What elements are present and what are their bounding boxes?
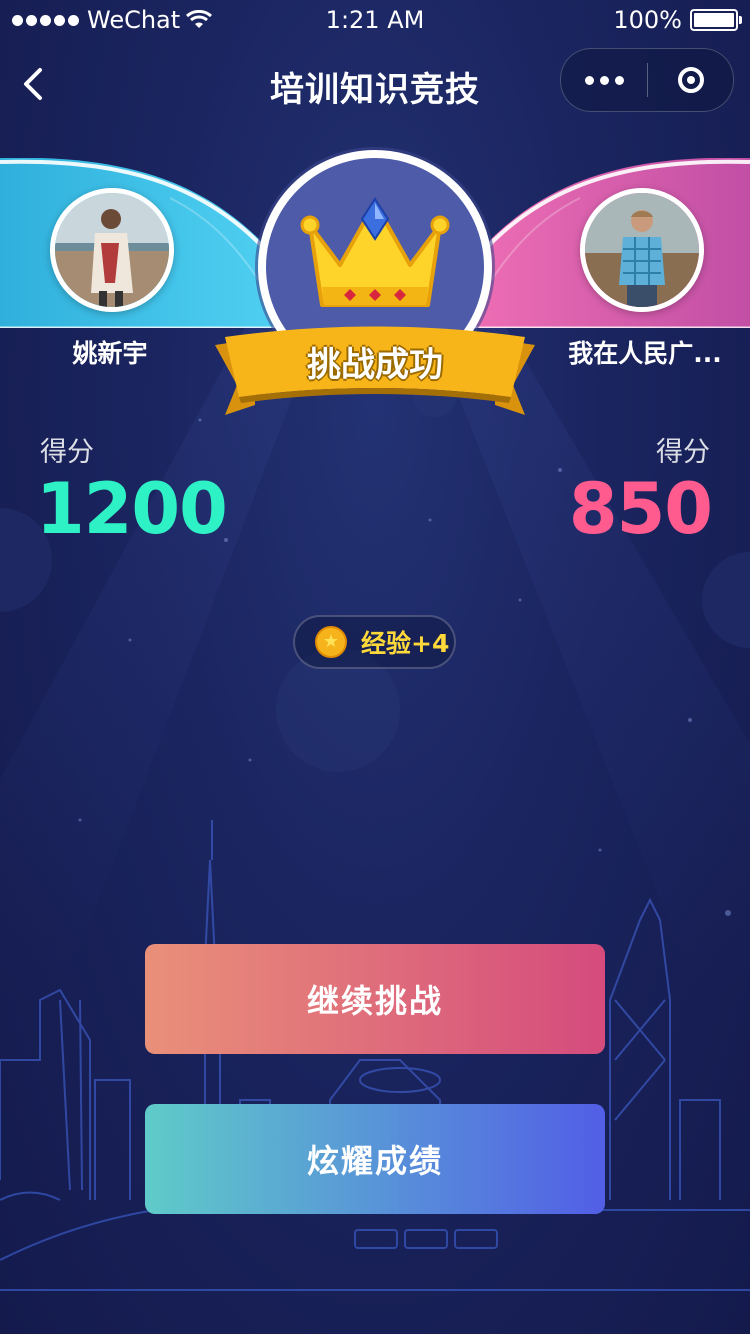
continue-challenge-button[interactable]: 继续挑战 (145, 944, 605, 1054)
status-bar: WeChat 1:21 AM 100% (0, 0, 750, 40)
nav-bar: 培训知识竞技 (0, 48, 750, 120)
status-right: 100% (613, 6, 742, 34)
star-coin-icon: ★ (315, 626, 347, 658)
result-banner-text: 挑战成功 (307, 345, 443, 385)
avatar (585, 193, 699, 307)
left-player-avatar[interactable] (50, 188, 174, 312)
close-mini-program-button[interactable] (648, 49, 733, 111)
app-root: WeChat 1:21 AM 100% 培训知识竞技 姚新宇 我在人民广... … (0, 0, 750, 1334)
mini-program-capsule (560, 48, 734, 112)
left-score-label: 得分 (40, 437, 94, 468)
right-player-avatar[interactable] (580, 188, 704, 312)
battery-icon (690, 9, 742, 31)
show-off-score-button[interactable]: 炫耀成绩 (145, 1104, 605, 1214)
experience-reward-text: 经验+4 (361, 629, 450, 658)
avatar (55, 193, 169, 307)
experience-reward-pill: ★ 经验+4 (293, 615, 456, 669)
target-circle-icon (677, 67, 704, 93)
left-score-value: 1200 (36, 468, 228, 550)
more-dots-icon (584, 75, 594, 85)
crown-icon (300, 197, 450, 307)
right-score-value: 850 (568, 468, 713, 550)
right-player-name: 我在人民广... (568, 339, 722, 368)
more-button[interactable] (561, 49, 647, 111)
right-score-label: 得分 (656, 437, 710, 468)
left-player-name: 姚新宇 (72, 339, 148, 368)
battery-percentage: 100% (613, 6, 682, 34)
